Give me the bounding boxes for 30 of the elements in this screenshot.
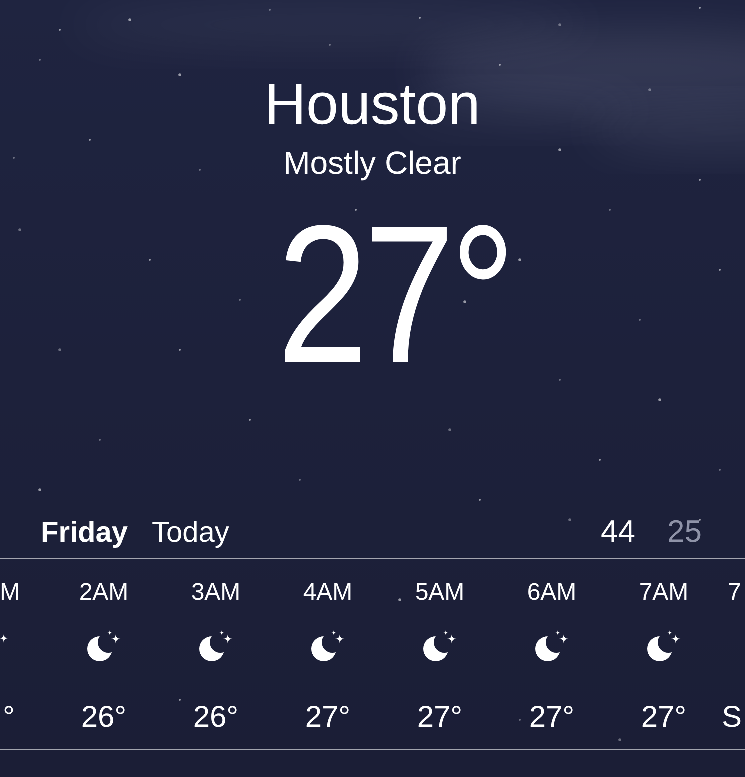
day-name: Friday: [41, 516, 128, 551]
hour-label: 7: [728, 578, 742, 608]
moon-stars-icon: [87, 630, 121, 662]
high-temperature: 44: [601, 513, 636, 550]
weather-condition: Mostly Clear: [284, 144, 462, 182]
moon-stars-icon: [647, 630, 681, 662]
hour-temperature: 27°: [529, 700, 575, 736]
hour-label: 4AM: [303, 578, 353, 608]
moon-stars-icon: [535, 630, 569, 662]
hour-temperature: S: [722, 700, 742, 736]
sparkle-icon: [0, 634, 8, 643]
hour-temperature: 27°: [641, 700, 687, 736]
hour-label: 5AM: [415, 578, 465, 608]
hour-label: M: [0, 578, 20, 608]
hour-temperature: 26°: [193, 700, 239, 736]
city-name: Houston: [264, 72, 481, 139]
low-temperature: 25: [668, 513, 702, 550]
hour-label: 6AM: [527, 578, 577, 608]
current-temperature: 27°: [276, 197, 512, 394]
hour-temperature: °: [2, 700, 15, 736]
hour-temperature: 27°: [305, 700, 351, 736]
moon-stars-icon: [199, 630, 233, 662]
hour-label: 7AM: [639, 578, 689, 608]
today-label: Today: [152, 516, 230, 551]
hour-label: 3AM: [191, 578, 241, 608]
hour-label: 2AM: [79, 578, 129, 608]
hour-temperature: 27°: [417, 700, 463, 736]
hour-temperature: 26°: [81, 700, 127, 736]
moon-stars-icon: [311, 630, 345, 662]
moon-stars-icon: [423, 630, 457, 662]
